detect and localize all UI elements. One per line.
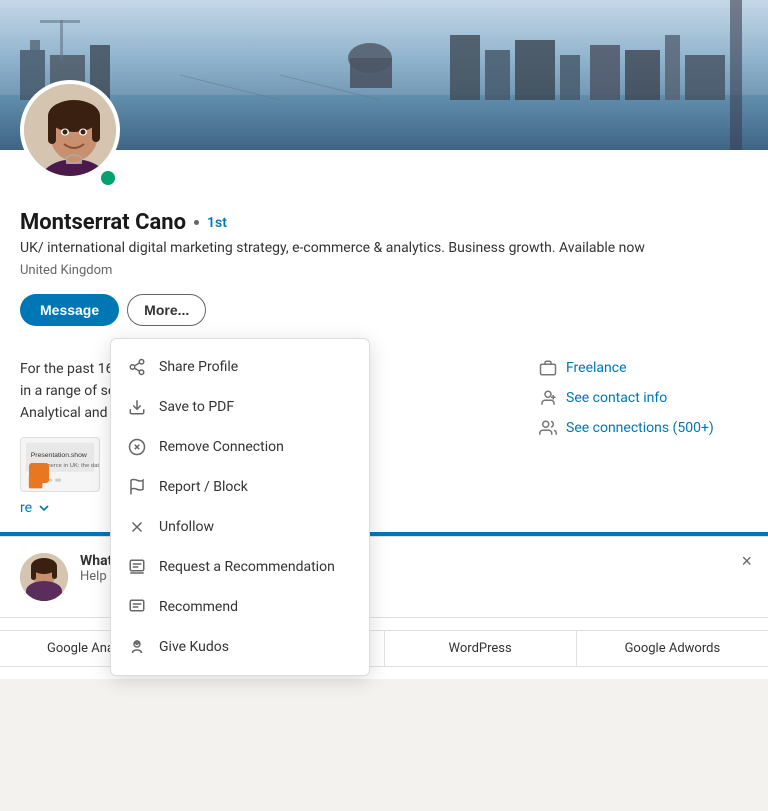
skill-google-adwords[interactable]: Google Adwords — [576, 630, 768, 667]
profile-name: Montserrat Cano — [20, 210, 186, 235]
dropdown-item-recommend[interactable]: Recommend — [111, 587, 369, 627]
dropdown-label-report: Report / Block — [159, 479, 248, 495]
connection-dot — [194, 220, 199, 225]
unfollow-icon — [127, 517, 147, 537]
sidebar-contact[interactable]: See contact info — [538, 388, 748, 408]
briefcase-icon — [538, 358, 558, 378]
dropdown-label-pdf: Save to PDF — [159, 399, 234, 415]
skill-wordpress[interactable]: WordPress — [384, 630, 576, 667]
profile-sidebar: Freelance See contact info — [538, 358, 748, 516]
more-button[interactable]: More... — [127, 294, 206, 326]
message-button[interactable]: Message — [20, 294, 119, 326]
what-avatar — [20, 553, 68, 601]
contact-label: See contact info — [566, 390, 667, 406]
contact-icon — [538, 388, 558, 408]
dropdown-label-share: Share Profile — [159, 359, 238, 375]
connections-label: See connections (500+) — [566, 420, 714, 436]
featured-thumbnail: Presentation.show Ecommerce in UK: the d… — [20, 437, 100, 492]
kudos-icon — [127, 637, 147, 657]
dropdown-item-share[interactable]: Share Profile — [111, 347, 369, 387]
request-recommendation-icon — [127, 557, 147, 577]
actions-row: Message More... Share Profile — [20, 294, 748, 326]
dropdown-label-kudos: Give Kudos — [159, 639, 229, 655]
connections-icon — [538, 418, 558, 438]
dropdown-item-save-pdf[interactable]: Save to PDF — [111, 387, 369, 427]
close-button[interactable]: × — [741, 551, 752, 572]
share-icon — [127, 357, 147, 377]
profile-card: Montserrat Cano 1st UK/ international di… — [0, 0, 768, 679]
show-all-label: re — [20, 500, 32, 516]
connection-badge: 1st — [207, 215, 227, 231]
dropdown-item-request-recommend[interactable]: Request a Recommendation — [111, 547, 369, 587]
recommend-icon — [127, 597, 147, 617]
svg-text:Presentation.show: Presentation.show — [31, 452, 87, 459]
profile-location: United Kingdom — [20, 263, 748, 278]
dropdown-item-unfollow[interactable]: Unfollow — [111, 507, 369, 547]
remove-connection-icon — [127, 437, 147, 457]
thumb-svg: Presentation.show Ecommerce in UK: the d… — [21, 437, 99, 492]
dropdown-label-unfollow: Unfollow — [159, 519, 214, 535]
profile-name-row: Montserrat Cano 1st — [20, 210, 748, 235]
company-label: Freelance — [566, 360, 627, 376]
dropdown-label-request-recommend: Request a Recommendation — [159, 559, 335, 575]
download-icon — [127, 397, 147, 417]
what-avatar-svg — [20, 553, 68, 601]
dropdown-item-remove[interactable]: Remove Connection — [111, 427, 369, 467]
sidebar-connections[interactable]: See connections (500+) — [538, 418, 748, 438]
profile-avatar — [20, 80, 120, 180]
flag-icon — [127, 477, 147, 497]
chevron-down-icon — [36, 500, 52, 516]
online-indicator — [98, 168, 118, 188]
dropdown-label-recommend: Recommend — [159, 599, 238, 615]
dropdown-menu: Share Profile Save to PDF — [110, 338, 370, 676]
dropdown-item-kudos[interactable]: Give Kudos — [111, 627, 369, 667]
dropdown-item-report[interactable]: Report / Block — [111, 467, 369, 507]
dropdown-label-remove: Remove Connection — [159, 439, 284, 455]
svg-text:Ecommerce in UK: the data come: Ecommerce in UK: the data comes in 2015 — [31, 463, 99, 469]
profile-headline: UK/ international digital marketing stra… — [20, 239, 748, 259]
sidebar-company[interactable]: Freelance — [538, 358, 748, 378]
